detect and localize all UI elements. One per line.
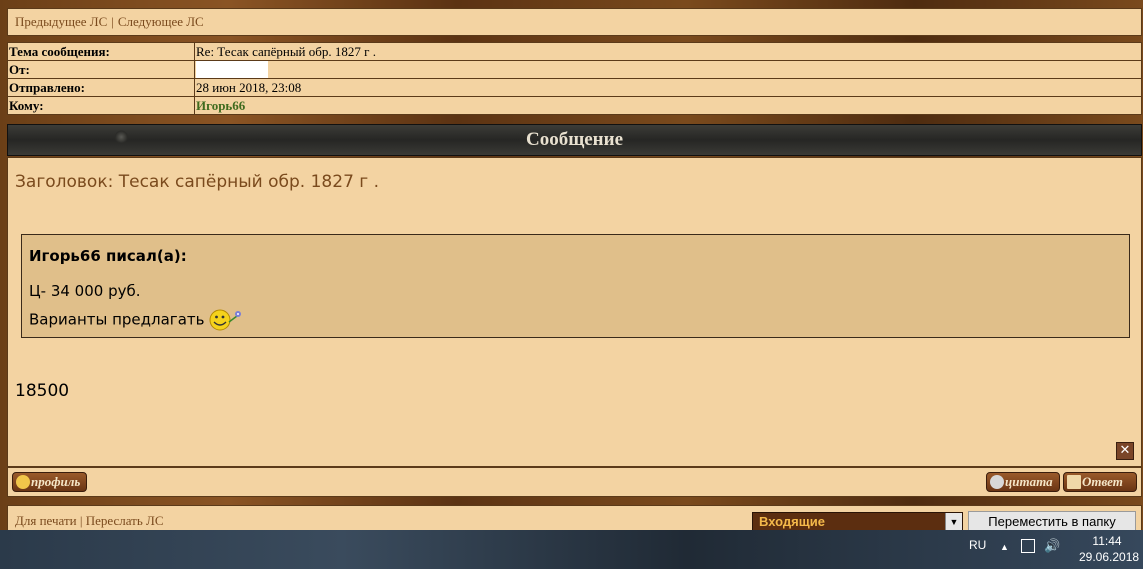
- quote-line-offers: Варианты предлагать: [29, 308, 243, 332]
- message-subject: Заголовок: Тесак сапёрный обр. 1827 г .: [15, 172, 380, 192]
- volume-icon[interactable]: 🔊: [1044, 538, 1060, 554]
- envelope-icon: [1067, 475, 1081, 489]
- footer-separator: |: [79, 513, 83, 528]
- pm-nav-bar: Предыдущее ЛС | Следующее ЛС: [7, 8, 1142, 36]
- print-link[interactable]: Для печати: [15, 513, 77, 528]
- nav-separator: |: [111, 14, 114, 29]
- prev-pm-link[interactable]: Предыдущее ЛС: [15, 14, 107, 29]
- clock-date: 29.06.2018: [1079, 550, 1140, 564]
- message-body: Заголовок: Тесак сапёрный обр. 1827 г . …: [7, 157, 1142, 467]
- quote-line-offers-text: Варианты предлагать: [29, 310, 205, 329]
- next-pm-link[interactable]: Следующее ЛС: [118, 14, 204, 29]
- quote-line-price: Ц- 34 000 руб.: [29, 282, 141, 300]
- tray-expand-icon[interactable]: ▲: [1000, 542, 1009, 552]
- redacted-sender: [196, 61, 268, 78]
- language-indicator[interactable]: RU: [969, 538, 986, 552]
- quote-button-label: цитата: [1005, 474, 1053, 489]
- to-row: Кому: Игорь66: [7, 96, 1142, 115]
- network-icon[interactable]: [1021, 539, 1035, 553]
- from-label: От:: [7, 60, 195, 79]
- folder-selected-value: Входящие: [759, 514, 825, 529]
- subject-value: Re: Тесак сапёрный обр. 1827 г .: [194, 42, 1142, 61]
- recipient-link[interactable]: Игорь66: [196, 98, 245, 113]
- profile-button-label: профиль: [31, 474, 81, 489]
- to-cell: Игорь66: [194, 96, 1142, 115]
- message-actions-bar: профиль цитата Ответ: [7, 467, 1142, 497]
- quote-bubble-icon: [990, 475, 1004, 489]
- chevron-down-icon[interactable]: ▼: [945, 513, 962, 531]
- from-value: [194, 60, 1142, 79]
- sent-value: 28 июн 2018, 23:08: [194, 78, 1142, 97]
- reply-button-label: Ответ: [1082, 474, 1123, 489]
- message-title-bar: Сообщение: [7, 124, 1142, 156]
- reply-button[interactable]: Ответ: [1063, 472, 1137, 492]
- close-icon[interactable]: ✕: [1116, 442, 1134, 460]
- user-icon: [16, 475, 30, 489]
- subject-row: Тема сообщения: Re: Тесак сапёрный обр. …: [7, 42, 1142, 61]
- profile-button[interactable]: профиль: [12, 472, 87, 492]
- taskbar-clock[interactable]: 11:44 29.06.2018: [1079, 533, 1140, 565]
- to-label: Кому:: [7, 96, 195, 115]
- quote-author: Игорь66 писал(а):: [29, 247, 187, 265]
- sent-label: Отправлено:: [7, 78, 195, 97]
- forward-pm-link[interactable]: Переслать ЛС: [86, 513, 164, 528]
- subject-label: Тема сообщения:: [7, 42, 195, 61]
- folder-select[interactable]: Входящие ▼: [752, 512, 963, 532]
- sent-row: Отправлено: 28 июн 2018, 23:08: [7, 78, 1142, 97]
- clock-time: 11:44: [1092, 534, 1122, 548]
- message-header-table: Тема сообщения: Re: Тесак сапёрный обр. …: [7, 42, 1142, 115]
- quote-block: Игорь66 писал(а): Ц- 34 000 руб. Вариант…: [21, 234, 1130, 338]
- smiley-flower-icon: [209, 308, 243, 332]
- from-row: От:: [7, 60, 1142, 79]
- windows-taskbar: RU ▲ 🔊 11:44 29.06.2018: [0, 530, 1143, 569]
- quote-button[interactable]: цитата: [986, 472, 1060, 492]
- reply-text: 18500: [15, 381, 70, 401]
